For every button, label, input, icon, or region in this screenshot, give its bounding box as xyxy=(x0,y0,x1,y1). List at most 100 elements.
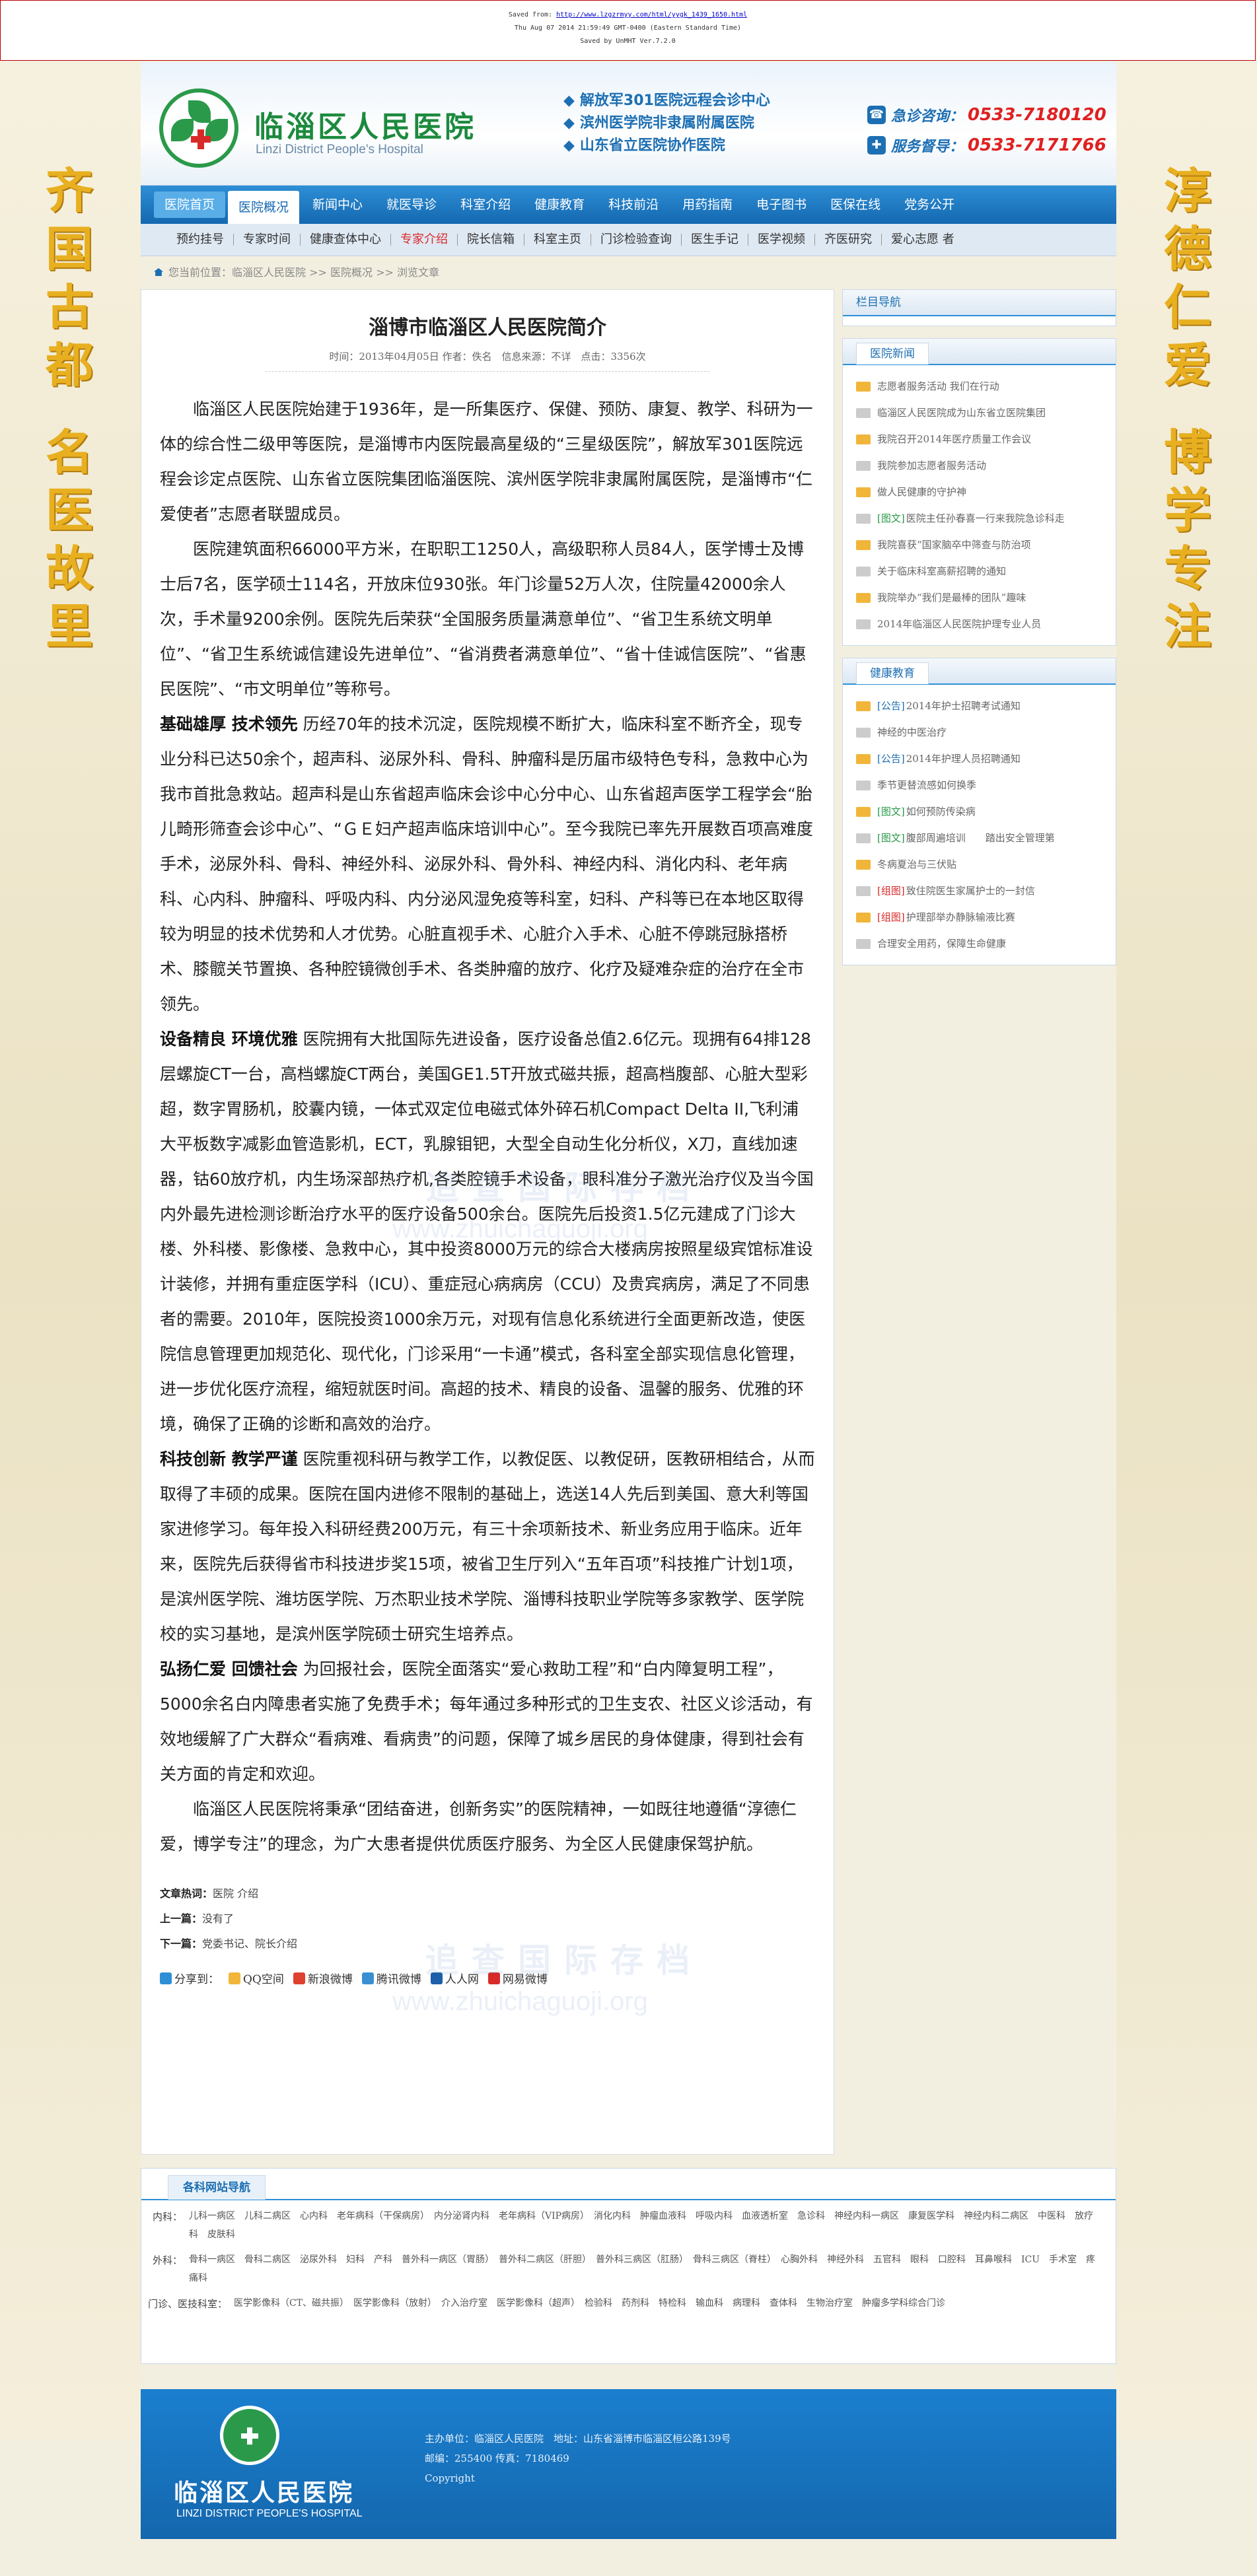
folder-icon xyxy=(856,833,871,843)
header-link[interactable]: ◆ 山东省立医院协作医院 xyxy=(563,135,770,157)
nav-item-health[interactable]: 健康教育 xyxy=(524,191,595,218)
list-item[interactable]: 2014年临淄区人民医院护理专业人员 xyxy=(856,611,1109,637)
prev-article-link[interactable]: 没有了 xyxy=(202,1912,234,1925)
department-nav: 各科网站导航 内科： 儿科一病区 儿科二病区 心内科 老年病科（干保病房） 内分… xyxy=(141,2168,1116,2364)
watermark-text: 追查国际存档 xyxy=(425,1168,703,1207)
subnav-item[interactable]: 健康查体中心 xyxy=(301,234,391,246)
footer-logo-icon xyxy=(220,2406,279,2465)
item-text: 关于临床科室高薪招聘的通知 xyxy=(877,565,1007,577)
list-item[interactable]: 做人民健康的守护神 xyxy=(856,479,1109,505)
article-paragraph: 医院建筑面积66000平方米，在职职工1250人，高级职称人员84人，医学博士及… xyxy=(160,540,807,699)
nav-item-medicine[interactable]: 用药指南 xyxy=(672,191,743,218)
nav-item-news[interactable]: 新闻中心 xyxy=(302,191,373,218)
folder-icon xyxy=(856,806,871,817)
sina-weibo-icon xyxy=(293,1972,305,1984)
list-item[interactable]: [组图] 致住院医生家属护士的一封信 xyxy=(856,878,1109,904)
subnav-item[interactable]: 专家介绍 xyxy=(391,234,458,246)
article-tags[interactable]: 医院 介绍 xyxy=(213,1887,258,1900)
subnav-item[interactable]: 齐医研究 xyxy=(815,234,882,246)
share-plus-icon xyxy=(160,1972,172,1984)
saved-prefix: Saved from xyxy=(508,11,549,18)
list-item[interactable]: [公告] 2014年护理人员招聘通知 xyxy=(856,746,1109,772)
item-text: 护理部举办静脉输液比赛 xyxy=(906,911,1015,923)
share-sina[interactable]: 新浪微博 xyxy=(293,1970,353,1986)
subnav-item[interactable]: 院长信箱 xyxy=(458,234,524,246)
health-list: [公告] 2014年护士招聘考试通知 神经的中医治疗 [公告] 2014年护理人员招聘通… xyxy=(843,685,1116,965)
subnav-item[interactable]: 预约挂号 xyxy=(167,234,234,246)
list-item[interactable]: 冬病夏治与三伏贴 xyxy=(856,851,1109,878)
header-link[interactable]: ◆ 解放军301医院远程会诊中心 xyxy=(563,90,770,112)
item-text: 2014年护士招聘考试通知 xyxy=(906,700,1021,712)
list-item[interactable]: 神经的中医治疗 xyxy=(856,719,1109,746)
health-edu-title[interactable]: 健康教育 xyxy=(856,662,929,684)
slogan-char: 古 xyxy=(45,279,93,335)
list-item[interactable]: 我院喜获“国家脑卒中筛查与防治项 xyxy=(856,532,1109,558)
nav-item-guide[interactable]: 就医导诊 xyxy=(376,191,447,218)
item-text: 合理安全用药，保障生命健康 xyxy=(877,938,1007,950)
subnav-item[interactable]: 医生手记 xyxy=(682,234,748,246)
nav-item-departments[interactable]: 科室介绍 xyxy=(450,191,521,218)
item-text: 2014年护理人员招聘通知 xyxy=(906,753,1021,765)
list-item[interactable]: 志愿者服务活动 我们在行动 xyxy=(856,373,1109,400)
hospital-logo-icon[interactable] xyxy=(159,88,238,168)
list-item[interactable]: 我院召开2014年医疗质量工作会议 xyxy=(856,426,1109,452)
slogan-char: 齐 xyxy=(45,162,93,219)
item-text: 我院召开2014年医疗质量工作会议 xyxy=(877,433,1032,445)
slogan-char: 仁 xyxy=(1163,279,1211,335)
site-subtitle: Linzi District People's Hospital xyxy=(256,143,423,157)
subnav-item[interactable]: 专家时间 xyxy=(234,234,301,246)
saved-url-link[interactable]: http://www.lzgzrmyy.com/html/yygk_1439_1… xyxy=(556,11,747,18)
list-item[interactable]: 我院举办“我们是最棒的团队”趣味 xyxy=(856,584,1109,611)
list-item[interactable]: 临淄区人民医院成为山东省立医院集团 xyxy=(856,400,1109,426)
share-tencent[interactable]: 腾讯微博 xyxy=(361,1970,421,1986)
list-item[interactable]: 合理安全用药，保障生命健康 xyxy=(856,930,1109,957)
subnav-item[interactable]: 科室主页 xyxy=(524,234,591,246)
home-icon xyxy=(154,268,163,276)
nav-item-ebooks[interactable]: 电子图书 xyxy=(746,191,817,218)
list-item[interactable]: 关于临床科室高薪招聘的通知 xyxy=(856,558,1109,584)
article-meta: 时间：2013年04月05日 作者：佚名 信息来源：不详 点击：3356次 xyxy=(266,349,709,372)
list-item[interactable]: [图文] 腹部周遍培训 踏出安全管理第 xyxy=(856,825,1109,851)
list-item[interactable]: [公告] 2014年护士招聘考试通知 xyxy=(856,693,1109,719)
list-item[interactable]: [图文] 医院主任孙春喜一行来我院急诊科走 xyxy=(856,505,1109,532)
item-text: 如何预防传染病 xyxy=(906,806,976,818)
list-item[interactable]: [图文] 如何预防传染病 xyxy=(856,798,1109,825)
hospital-news-title[interactable]: 医院新闻 xyxy=(856,343,929,365)
section-heading: 弘扬仁爱 回馈社会 xyxy=(160,1659,298,1679)
nav-item-tech[interactable]: 科技前沿 xyxy=(598,191,669,218)
subnav-item[interactable]: 门诊检验查询 xyxy=(591,234,682,246)
next-article-link[interactable]: 党委书记、院长介绍 xyxy=(202,1937,297,1950)
article-paragraph: 科技创新 教学严谨 医院重视科研与教学工作，以教促医、以教促研，医教研相结合，从… xyxy=(160,1449,815,1644)
nav-item-party[interactable]: 党务公开 xyxy=(894,191,965,218)
list-item[interactable]: 我院参加志愿者服务活动 xyxy=(856,452,1109,479)
subnav-item[interactable]: 爱心志愿 者 xyxy=(882,234,964,246)
list-item[interactable]: 季节更替流感如何换季 xyxy=(856,772,1109,798)
slogan-char: 注 xyxy=(1163,598,1211,654)
health-edu-box: 健康教育 [公告] 2014年护士招聘考试通知 神经的中医治疗 [公告] 2014年护理… xyxy=(842,658,1116,965)
header-link[interactable]: ◆ 滨州医学院非隶属附属医院 xyxy=(563,112,770,135)
site-title: 临淄区人民医院 xyxy=(254,110,476,144)
nav-item-home[interactable]: 医院首页 xyxy=(154,191,226,218)
phone-icon: ☎ xyxy=(867,106,886,124)
item-text: 致住院医生家属护士的一封信 xyxy=(906,885,1035,897)
nav-item-overview[interactable]: 医院概况 xyxy=(228,191,300,224)
site-header: 临淄区人民医院 Linzi District People's Hospital… xyxy=(141,62,1116,186)
list-item[interactable]: [组图] 护理部举办静脉输液比赛 xyxy=(856,904,1109,930)
item-tag: [组图] xyxy=(877,885,905,897)
item-text: 临淄区人民医院成为山东省立医院集团 xyxy=(877,407,1046,419)
item-tag: [图文] xyxy=(877,832,905,844)
share-qzone[interactable]: QQ空间 xyxy=(229,1970,284,1986)
tencent-weibo-icon xyxy=(361,1972,374,1984)
saved-banner: Saved from: http://www.lzgzrmyy.com/html… xyxy=(0,0,1256,61)
subnav-item[interactable]: 医学视频 xyxy=(748,234,815,246)
breadcrumb: 您当前位置：临淄区人民医院 >> 医院概况 >> 浏览文章 xyxy=(141,256,1116,289)
slogan-char: 名 xyxy=(45,424,93,480)
sidebar: 栏目导航 医院新闻 志愿者服务活动 我们在行动 临淄区人民医院成为山东省立医院集团… xyxy=(842,289,1116,977)
nav-item-insurance[interactable]: 医保在线 xyxy=(820,191,891,218)
article-body: 临淄区人民医院始建于1936年，是一所集医疗、保健、预防、康复、教学、科研为一体… xyxy=(160,392,815,1862)
slogan-char: 故 xyxy=(45,540,93,596)
item-text: 腹部周遍培训 踏出安全管理第 xyxy=(906,832,1055,844)
slogan-char: 国 xyxy=(45,221,93,277)
saved-date: Thu Aug 07 2014 21:59:49 GMT-0400 (Easte… xyxy=(514,24,742,32)
service-phone: ✚ 服务督导： 0533-7171766 xyxy=(867,132,1106,158)
